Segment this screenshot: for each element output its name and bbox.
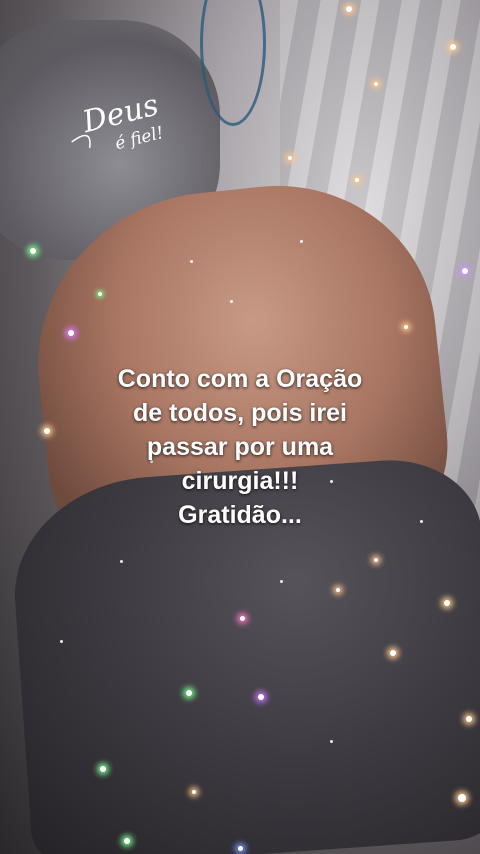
sparkle-light	[346, 6, 352, 12]
sparkle-light	[355, 178, 359, 182]
caption-text: Conto com a Oração de todos, pois irei p…	[60, 362, 420, 532]
sparkle-light	[192, 790, 196, 794]
caption-line: de todos, pois irei	[133, 399, 347, 427]
sparkle-light	[186, 690, 192, 696]
sparkle-light	[240, 616, 245, 621]
glitter-dot	[300, 240, 303, 243]
sparkle-light	[238, 846, 243, 851]
photo-frame: Deus é fiel! Conto com a Oração de todos…	[0, 0, 480, 854]
sparkle-light	[68, 330, 74, 336]
caption-line: Gratidão...	[178, 501, 302, 529]
glitter-dot	[60, 640, 63, 643]
sparkle-light	[124, 838, 130, 844]
sparkle-light	[390, 650, 396, 656]
sparkle-light	[444, 600, 450, 606]
sparkle-light	[336, 588, 340, 592]
sparkle-light	[458, 794, 466, 802]
sparkle-light	[98, 292, 102, 296]
glitter-dot	[230, 300, 233, 303]
caption-line: Conto com a Oração	[117, 365, 363, 393]
sparkle-light	[288, 156, 292, 160]
caption-line: passar por uma	[146, 433, 334, 461]
glitter-dot	[280, 580, 283, 583]
sparkle-light	[462, 268, 468, 274]
sparkle-light	[374, 82, 378, 86]
sparkle-light	[450, 44, 456, 50]
sparkle-light	[374, 558, 378, 562]
sparkle-light	[100, 766, 106, 772]
sparkle-light	[466, 716, 472, 722]
sparkle-light	[404, 325, 408, 329]
caption-line: cirurgia!!!	[181, 467, 299, 495]
glitter-dot	[330, 740, 333, 743]
sparkle-light	[44, 428, 50, 434]
deus-e-fiel-logo: Deus é fiel!	[71, 88, 166, 154]
glitter-dot	[420, 520, 423, 523]
sparkle-light	[258, 694, 264, 700]
sparkle-light	[30, 248, 36, 254]
glitter-dot	[190, 260, 193, 263]
glitter-dot	[120, 560, 123, 563]
